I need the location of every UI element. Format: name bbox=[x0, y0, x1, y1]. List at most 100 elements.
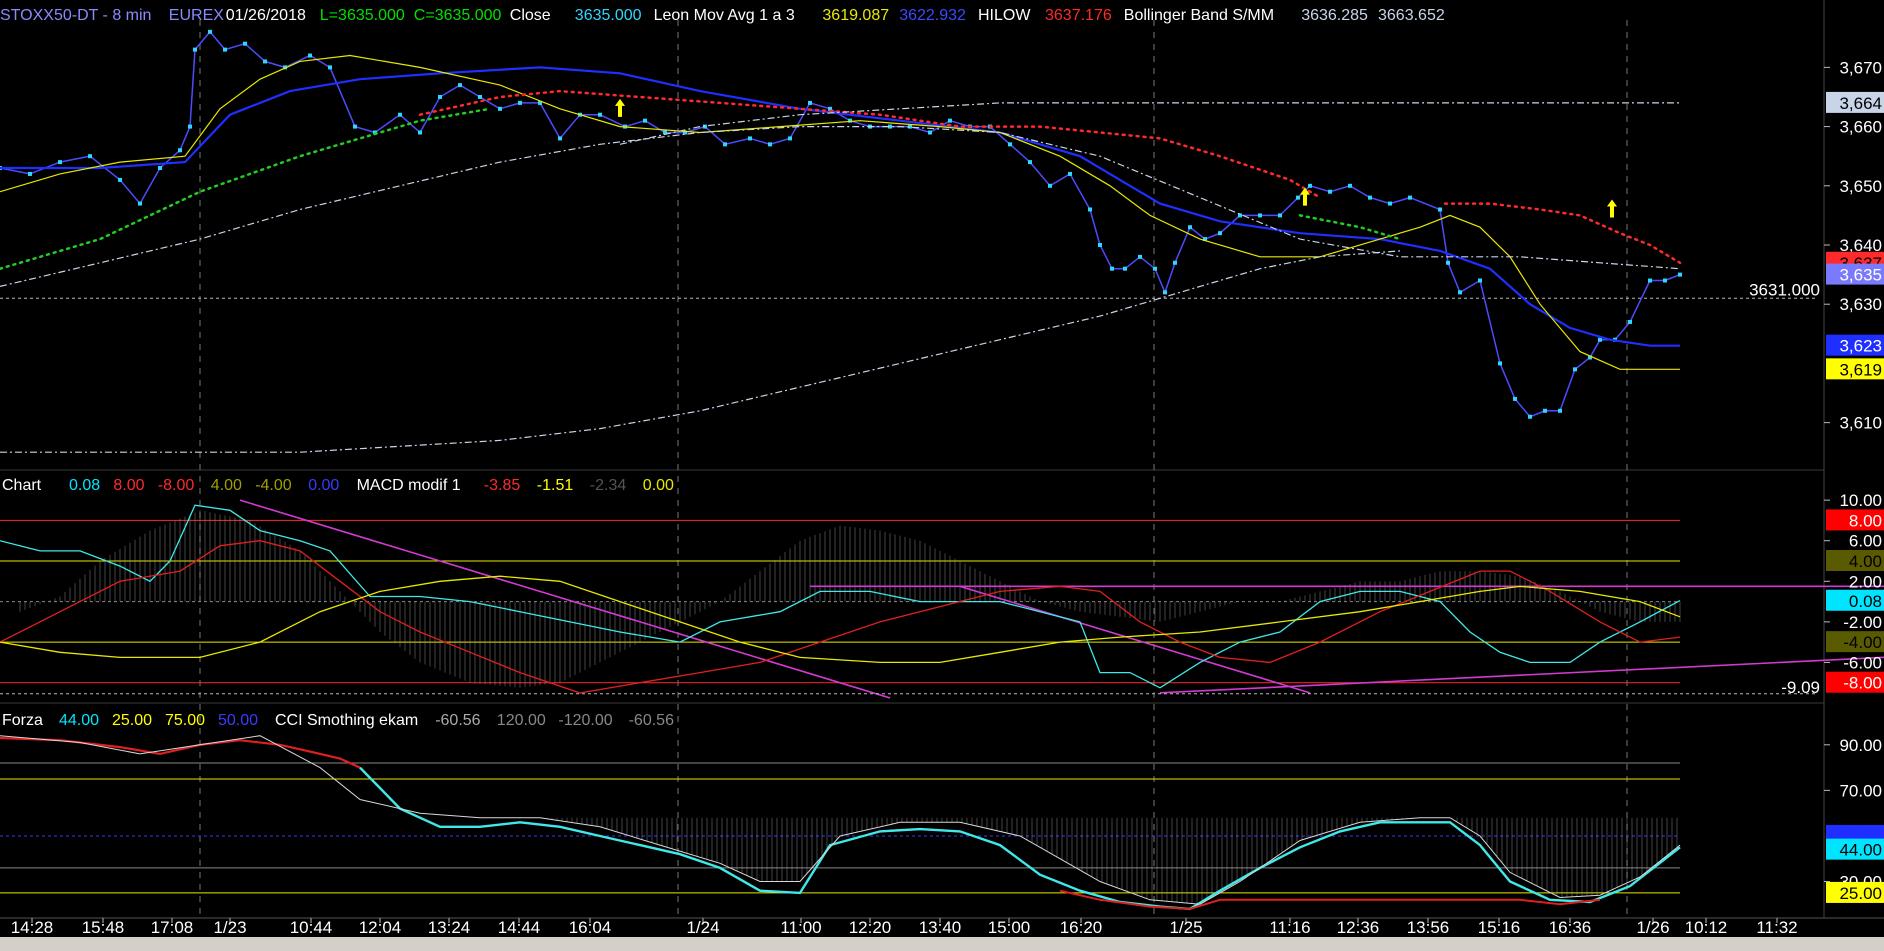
price-close-point bbox=[518, 100, 522, 105]
price-close-point bbox=[748, 136, 752, 141]
price-close-point bbox=[1543, 408, 1547, 413]
price-close-point bbox=[398, 112, 402, 117]
cci-header-text-3: 75.00 bbox=[165, 712, 205, 729]
price-value-label: 3,619 bbox=[1839, 360, 1882, 379]
price-close-point bbox=[1048, 183, 1052, 188]
time-axis-label: 13:56 bbox=[1407, 918, 1450, 937]
macd-value-label: 8.00 bbox=[1849, 511, 1882, 530]
price-close-point bbox=[1513, 396, 1517, 401]
price-close-point bbox=[1068, 171, 1072, 176]
macd-header-text-7: MACD modif 1 bbox=[357, 477, 461, 494]
price-close-point bbox=[1110, 266, 1114, 271]
macd-header-text-3: -8.00 bbox=[158, 477, 195, 494]
price-close-point bbox=[1368, 195, 1372, 200]
macd-header-text-6: 0.00 bbox=[308, 477, 339, 494]
macd-reference-label: -9.09 bbox=[1781, 678, 1820, 697]
chart-window: STOXX50-DT - 8 min EUREX 01/26/2018 L=3635.… bbox=[0, 0, 1884, 951]
price-close-point bbox=[643, 118, 647, 123]
price-close-point bbox=[1028, 160, 1032, 165]
price-close-point bbox=[58, 160, 62, 165]
time-axis-label: 16:36 bbox=[1549, 918, 1592, 937]
cci-header-text-4: 50.00 bbox=[218, 712, 258, 729]
price-header-text-5: Close bbox=[510, 7, 551, 24]
price-close-point bbox=[1458, 290, 1462, 295]
macd-header-text-10: -2.34 bbox=[590, 477, 627, 494]
time-axis-label: 14:44 bbox=[498, 918, 541, 937]
time-axis-label: 14:28 bbox=[11, 918, 54, 937]
macd-header-text-2: 8.00 bbox=[113, 477, 144, 494]
price-close-point bbox=[1278, 213, 1282, 218]
price-header-text-2: 01/26/2018 bbox=[226, 7, 306, 24]
price-close-point bbox=[328, 65, 332, 70]
price-close-point bbox=[193, 47, 197, 52]
cci-value-label: 25.00 bbox=[1839, 884, 1882, 903]
price-y-tick-label: 3,660 bbox=[1839, 118, 1882, 137]
time-axis-label: 16:20 bbox=[1060, 918, 1103, 937]
macd-y-tick-label: -2.00 bbox=[1843, 613, 1882, 632]
time-axis-label: 1/23 bbox=[213, 918, 246, 937]
price-close-point bbox=[1088, 207, 1092, 212]
time-axis-label: 11:32 bbox=[1756, 918, 1797, 937]
price-header-text-3: L=3635.000 bbox=[320, 7, 405, 24]
cci-y-tick-label: 90.00 bbox=[1839, 736, 1882, 755]
macd-header-text-8: -3.85 bbox=[484, 477, 521, 494]
price-header-text-13: 3636.285 bbox=[1301, 7, 1368, 24]
time-axis-label: 1/24 bbox=[686, 918, 719, 937]
price-close-point bbox=[1628, 319, 1632, 324]
price-header-text-6: 3635.000 bbox=[575, 7, 642, 24]
cci-header-text-6: -60.56 bbox=[435, 712, 480, 729]
price-y-tick-label: 3,670 bbox=[1839, 58, 1882, 77]
price-close-point bbox=[1478, 278, 1482, 283]
price-close-point bbox=[1388, 201, 1392, 206]
time-axis-label: 15:00 bbox=[988, 918, 1031, 937]
time-axis-label: 12:04 bbox=[359, 918, 402, 937]
price-close-point bbox=[88, 154, 92, 159]
cci-header-text-0: Forza bbox=[2, 712, 43, 729]
time-axis-label: 10:44 bbox=[290, 918, 333, 937]
price-close-point bbox=[418, 130, 422, 135]
price-header-text-9: 3622.932 bbox=[899, 7, 966, 24]
price-close-point bbox=[438, 94, 442, 99]
time-axis-label: 13:24 bbox=[428, 918, 471, 937]
macd-header-text-0: Chart bbox=[2, 477, 42, 494]
macd-y-tick-label: 2.00 bbox=[1849, 572, 1882, 591]
price-close-point bbox=[598, 112, 602, 117]
price-close-point bbox=[1446, 260, 1450, 265]
time-axis-label: 17:08 bbox=[151, 918, 194, 937]
price-close-point bbox=[118, 177, 122, 182]
price-y-tick-label: 3,610 bbox=[1839, 414, 1882, 433]
price-close-point bbox=[1296, 195, 1300, 200]
macd-y-tick-label: 10.00 bbox=[1839, 491, 1882, 510]
cci-y-tick-label: 70.00 bbox=[1839, 781, 1882, 800]
price-close-point bbox=[1173, 260, 1177, 265]
time-axis-label: 11:16 bbox=[1269, 918, 1310, 937]
macd-value-label: -4.00 bbox=[1843, 633, 1882, 652]
price-header-text-11: 3637.176 bbox=[1045, 7, 1112, 24]
cci-header-text-5: CCI Smothing ekam bbox=[275, 712, 418, 729]
time-axis-label: 1/26 bbox=[1636, 918, 1669, 937]
cci-value-label: 44.00 bbox=[1839, 841, 1882, 860]
time-axis-label: 12:20 bbox=[849, 918, 892, 937]
time-axis-label: 13:40 bbox=[919, 918, 962, 937]
price-close-point bbox=[1678, 272, 1682, 277]
price-close-point bbox=[1328, 189, 1332, 194]
cci-header-text-7: 120.00 bbox=[497, 712, 546, 729]
macd-y-tick-label: -6.00 bbox=[1843, 653, 1882, 672]
time-axis-label: 16:04 bbox=[569, 918, 612, 937]
price-header-text-1: EUREX bbox=[169, 7, 224, 24]
price-close-point bbox=[1188, 225, 1192, 230]
price-close-point bbox=[158, 166, 162, 171]
price-close-point bbox=[928, 130, 932, 135]
price-close-point bbox=[1138, 254, 1142, 259]
macd-value-label: 0.08 bbox=[1849, 592, 1882, 611]
price-close-point bbox=[1558, 408, 1562, 413]
cci-header-text-1: 44.00 bbox=[59, 712, 99, 729]
cci-header-text-8: -120.00 bbox=[558, 712, 612, 729]
price-header-text-7: Leon Mov Avg 1 a 3 bbox=[654, 7, 795, 24]
price-close-point bbox=[1123, 266, 1127, 271]
price-close-point bbox=[458, 83, 462, 88]
stoxx50-chart[interactable]: STOXX50-DT - 8 min EUREX 01/26/2018 L=3635.… bbox=[0, 0, 1884, 951]
price-close-point bbox=[263, 59, 267, 64]
price-close-point bbox=[223, 47, 227, 52]
cci-header-text-2: 25.00 bbox=[112, 712, 152, 729]
